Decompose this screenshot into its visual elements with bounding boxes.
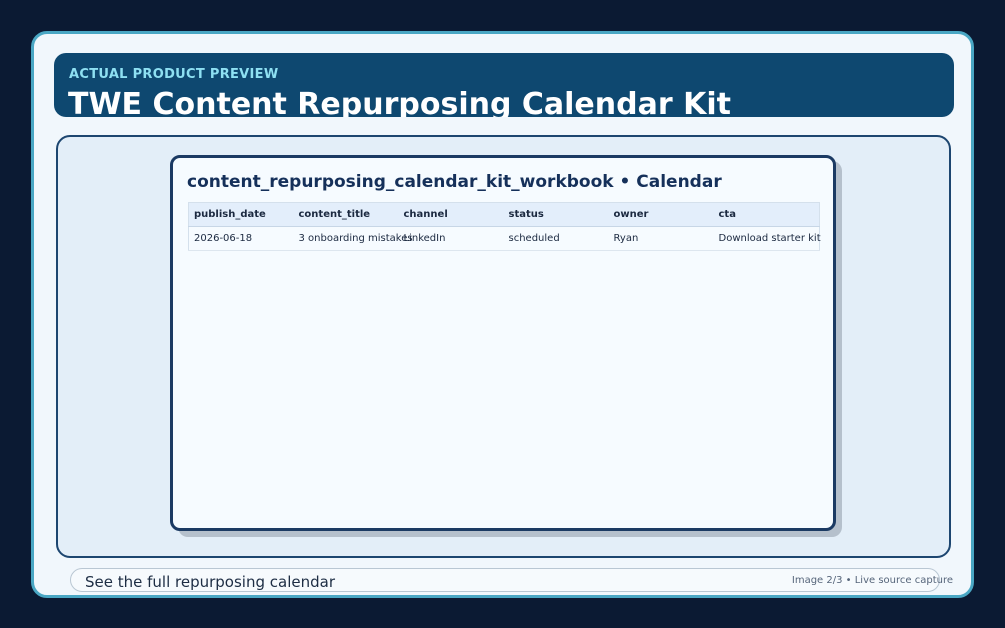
- column-header[interactable]: owner: [608, 202, 714, 227]
- column-header[interactable]: status: [503, 202, 609, 227]
- table-row[interactable]: 2026-06-18 3 onboarding mistakes LinkedI…: [188, 227, 821, 251]
- table-cell[interactable]: 2026-06-18: [189, 227, 294, 251]
- spreadsheet-window: content_repurposing_calendar_kit_workboo…: [170, 155, 836, 531]
- header-banner: ACTUAL PRODUCT PREVIEW TWE Content Repur…: [54, 53, 954, 117]
- table-cell[interactable]: Download starter kit: [714, 227, 821, 251]
- screenshot-stage: content_repurposing_calendar_kit_workboo…: [56, 135, 951, 558]
- sheet-title: content_repurposing_calendar_kit_workboo…: [187, 172, 722, 192]
- column-header[interactable]: cta: [713, 202, 820, 227]
- column-header[interactable]: channel: [398, 202, 504, 227]
- page-title: TWE Content Repurposing Calendar Kit: [68, 87, 731, 117]
- table-cell[interactable]: LinkedIn: [399, 227, 504, 251]
- image-caption: Image 2/3 • Live source capture: [791, 575, 953, 586]
- table-header-row: publish_date content_title channel statu…: [188, 202, 820, 227]
- column-header[interactable]: publish_date: [188, 202, 294, 227]
- table-cell[interactable]: 3 onboarding mistakes: [294, 227, 413, 251]
- full-calendar-link-label: See the full repurposing calendar: [85, 573, 335, 591]
- table-cell[interactable]: scheduled: [504, 227, 609, 251]
- preview-card: ACTUAL PRODUCT PREVIEW TWE Content Repur…: [31, 31, 974, 598]
- table-cell[interactable]: Ryan: [609, 227, 714, 251]
- column-header[interactable]: content_title: [293, 202, 399, 227]
- calendar-table: publish_date content_title channel statu…: [188, 202, 821, 251]
- eyebrow-label: ACTUAL PRODUCT PREVIEW: [69, 67, 279, 82]
